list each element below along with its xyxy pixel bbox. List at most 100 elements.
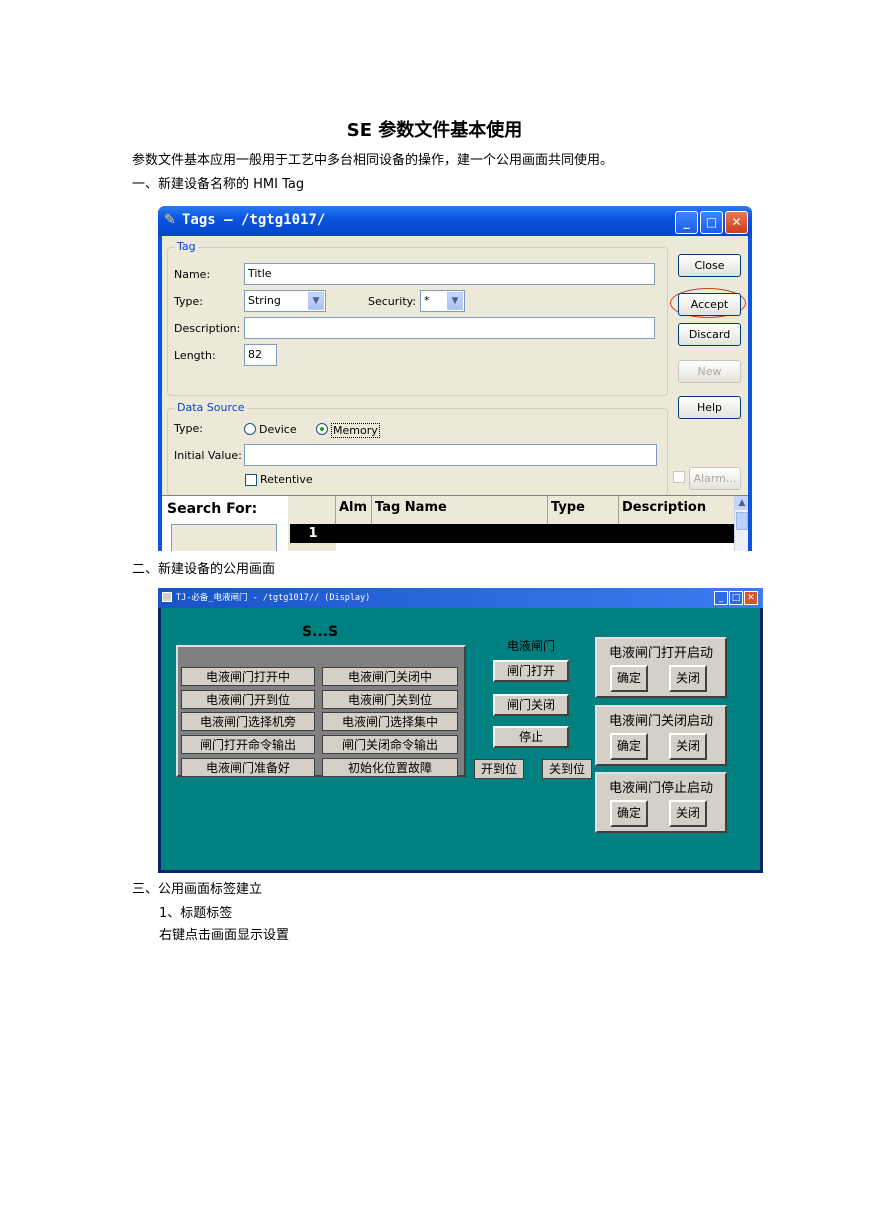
discard-button[interactable]: Discard	[678, 323, 741, 346]
initial-value-field[interactable]	[244, 444, 657, 466]
table-row[interactable]	[336, 524, 734, 543]
close-icon[interactable]: ✕	[744, 591, 758, 605]
retentive-checkbox[interactable]	[245, 474, 257, 486]
accept-button[interactable]: Accept	[678, 293, 741, 316]
maximize-icon[interactable]: □	[729, 591, 743, 605]
status-cell: 电液闸门选择机旁	[181, 712, 315, 731]
status-cell: 电液闸门选择集中	[322, 712, 458, 731]
chevron-down-icon[interactable]: ▼	[447, 292, 463, 310]
help-button[interactable]: Help	[678, 396, 741, 419]
display-app-icon	[162, 592, 172, 602]
confirm-button[interactable]: 确定	[610, 733, 648, 760]
open-position-indicator: 开到位	[474, 759, 524, 779]
confirm-button[interactable]: 确定	[610, 665, 648, 692]
type-select[interactable]: String ▼	[244, 290, 326, 312]
source-type-label: Type:	[174, 422, 203, 435]
chevron-down-icon[interactable]: ▼	[308, 292, 324, 310]
key-icon: ✎	[164, 212, 176, 228]
grid-next-row-header	[290, 543, 336, 551]
gate-close-button[interactable]: 闸门关闭	[493, 694, 569, 716]
name-field[interactable]: Title	[244, 263, 655, 285]
panel-title: 电液闸门关闭启动	[608, 714, 713, 729]
panel-title: 电液闸门停止启动	[608, 781, 713, 796]
close-button[interactable]: Close	[678, 254, 741, 277]
new-button[interactable]: New	[678, 360, 741, 383]
tags-window-client: Tag Name: Title Type: String ▼ Security:…	[162, 236, 748, 551]
length-field[interactable]: 82	[244, 344, 277, 366]
status-cell: 闸门打开命令输出	[181, 735, 315, 754]
data-source-caption: Data Source	[175, 401, 247, 414]
tags-grid: Alm Tag Name Type Description 1	[290, 496, 734, 551]
grid-header-alm[interactable]: Alm	[336, 496, 372, 524]
type-select-value: String	[248, 294, 281, 307]
close-button[interactable]: 关闭	[669, 665, 707, 692]
close-button[interactable]: 关闭	[669, 733, 707, 760]
security-label: Security:	[368, 295, 417, 308]
length-label: Length:	[174, 349, 216, 362]
intro-paragraph: 参数文件基本应用一般用于工艺中多台相同设备的操作，建一个公用画面共同使用。	[132, 153, 614, 168]
tags-window: ✎ Tags – /tgtg1017/ _ □ ✕ Tag Name: Titl…	[158, 206, 752, 551]
tags-window-titlebar[interactable]: ✎ Tags – /tgtg1017/ _ □ ✕	[158, 206, 752, 236]
step-3-heading: 三、公用画面标签建立	[132, 882, 263, 897]
search-panel: Search For:	[162, 496, 288, 551]
grid-header-type[interactable]: Type	[548, 496, 619, 524]
open-start-panel: 电液闸门打开启动 确定 关闭	[595, 637, 727, 698]
scroll-up-icon[interactable]: ▲	[735, 496, 748, 510]
closed-position-indicator: 关到位	[542, 759, 592, 779]
step-1-heading: 一、新建设备名称的 HMI Tag	[132, 177, 305, 192]
memory-radio-label: Memory	[331, 423, 380, 438]
close-start-panel: 电液闸门关闭启动 确定 关闭	[595, 705, 727, 766]
display-window-title: TJ-必备_电液闸门 - /tgtg1017// (Display)	[176, 593, 371, 603]
retentive-label: Retentive	[260, 473, 313, 486]
alarm-button[interactable]: Alarm...	[689, 467, 741, 490]
minimize-icon[interactable]: _	[675, 211, 698, 234]
maximize-icon[interactable]: □	[700, 211, 723, 234]
status-cell: 电液闸门关到位	[322, 690, 458, 709]
status-cell: 初始化位置故障	[322, 758, 458, 777]
scroll-thumb[interactable]	[736, 512, 748, 530]
status-cell: 电液闸门关闭中	[322, 667, 458, 686]
tag-group-caption: Tag	[175, 240, 198, 253]
grid-header-description[interactable]: Description	[619, 496, 734, 524]
minimize-icon[interactable]: _	[714, 591, 728, 605]
radio-selected-dot	[320, 427, 324, 431]
display-window-titlebar[interactable]: TJ-必备_电液闸门 - /tgtg1017// (Display) _ □ ✕	[158, 588, 763, 608]
security-select-value: *	[424, 294, 430, 307]
type-label: Type:	[174, 295, 203, 308]
status-cell: 电液闸门准备好	[181, 758, 315, 777]
step-3-1-heading: 1、标题标签	[159, 906, 233, 921]
display-window: TJ-必备_电液闸门 - /tgtg1017// (Display) _ □ ✕…	[158, 588, 763, 873]
status-cell: 电液闸门开到位	[181, 690, 315, 709]
tags-window-title: Tags – /tgtg1017/	[182, 212, 326, 228]
stop-button[interactable]: 停止	[493, 726, 569, 748]
gate-open-button[interactable]: 闸门打开	[493, 660, 569, 682]
status-cell: 闸门关闭命令输出	[322, 735, 458, 754]
panel-title: 电液闸门打开启动	[608, 646, 713, 661]
grid-header-tag-name[interactable]: Tag Name	[372, 496, 548, 524]
confirm-button[interactable]: 确定	[610, 800, 648, 827]
grid-row-number[interactable]: 1	[290, 524, 336, 543]
search-label: Search For:	[167, 501, 258, 517]
display-header-text: S...S	[302, 624, 339, 640]
step-2-heading: 二、新建设备的公用画面	[132, 562, 276, 577]
center-label: 电液闸门	[506, 639, 555, 653]
name-label: Name:	[174, 268, 211, 281]
memory-radio[interactable]	[316, 423, 328, 435]
document-title: SE 参数文件基本使用	[346, 120, 523, 141]
description-label: Description:	[174, 322, 241, 335]
step-3-2-text: 右键点击画面显示设置	[159, 928, 290, 943]
alarm-checkbox[interactable]	[673, 471, 685, 483]
close-icon[interactable]: ✕	[725, 211, 748, 234]
initial-value-label: Initial Value:	[174, 449, 242, 462]
grid-corner	[290, 496, 336, 524]
status-cell: 电液闸门打开中	[181, 667, 315, 686]
device-radio[interactable]	[244, 423, 256, 435]
stop-start-panel: 电液闸门停止启动 确定 关闭	[595, 772, 727, 833]
device-radio-label: Device	[259, 423, 297, 436]
security-select[interactable]: * ▼	[420, 290, 465, 312]
close-button[interactable]: 关闭	[669, 800, 707, 827]
grid-scrollbar[interactable]: ▲	[734, 496, 748, 551]
search-input[interactable]	[171, 524, 277, 551]
description-field[interactable]	[244, 317, 655, 339]
display-body: S...S 电液闸门打开中 电液闸门关闭中 电液闸门开到位 电液闸门关到位 电液…	[161, 608, 760, 870]
